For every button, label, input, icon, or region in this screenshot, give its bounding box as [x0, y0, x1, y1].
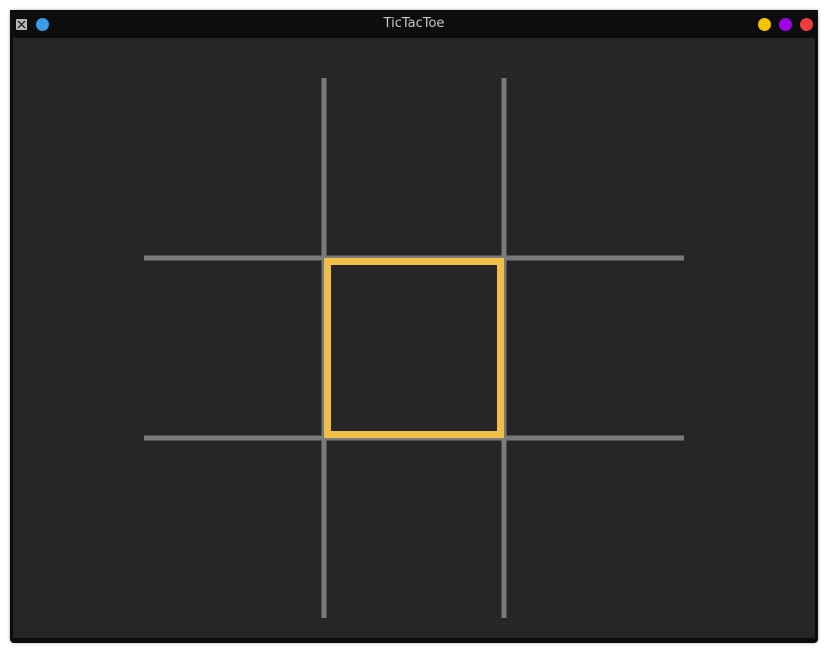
- close-button[interactable]: [800, 18, 813, 31]
- app-window: TicTacToe: [10, 10, 818, 643]
- window-title: TicTacToe: [383, 16, 445, 31]
- game-canvas[interactable]: [13, 38, 815, 638]
- title-bar[interactable]: TicTacToe: [10, 10, 818, 38]
- board-cell-2-0[interactable]: [144, 438, 324, 618]
- board-cell-0-0[interactable]: [144, 78, 324, 258]
- board-cell-0-1[interactable]: [324, 78, 504, 258]
- board-svg: [144, 78, 684, 618]
- board-cell-1-0[interactable]: [144, 258, 324, 438]
- maximize-button[interactable]: [779, 18, 792, 31]
- board-cell-0-2[interactable]: [504, 78, 684, 258]
- tictactoe-board[interactable]: [13, 38, 815, 638]
- board-cell-2-2[interactable]: [504, 438, 684, 618]
- board-cell-1-1[interactable]: [324, 258, 504, 438]
- board-cell-1-2[interactable]: [504, 258, 684, 438]
- board-cell-2-1[interactable]: [324, 438, 504, 618]
- minimize-button[interactable]: [758, 18, 771, 31]
